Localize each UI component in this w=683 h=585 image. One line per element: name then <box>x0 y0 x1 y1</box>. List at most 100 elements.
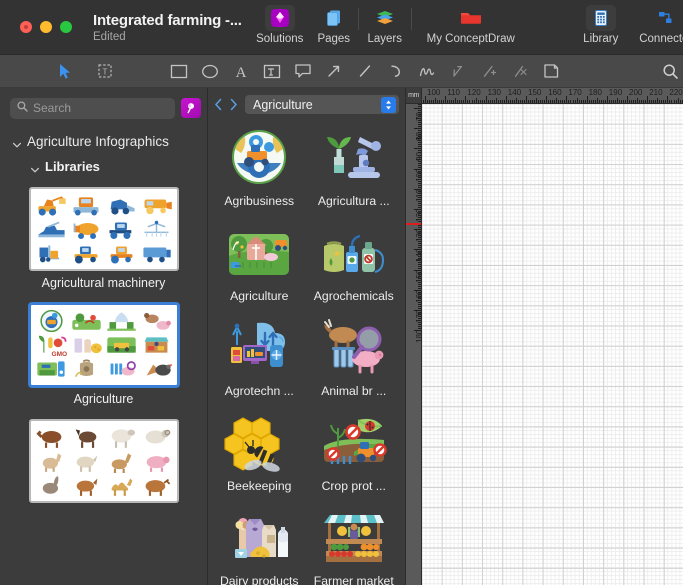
ellipse-tool-icon[interactable] <box>197 59 223 83</box>
thumb-art-irrigation-spray <box>104 309 139 333</box>
shape-item-agrochemicals[interactable]: Agrochemicals <box>307 218 402 313</box>
thumb-art-horse <box>69 425 104 449</box>
library-category-select[interactable]: Agriculture <box>245 95 399 114</box>
document-title-block: Integrated farming -... Edited <box>93 12 242 43</box>
toolbar-label-library: Library <box>583 32 619 45</box>
thumb-art-rabbit <box>34 473 69 497</box>
sidebar-subgroup-label: Libraries <box>45 159 100 174</box>
library-category-value: Agriculture <box>253 97 313 112</box>
page-tool-icon[interactable] <box>538 59 564 83</box>
ruler-tick-label: 120 <box>467 88 481 97</box>
shape-label: Agricultura ... <box>317 194 390 208</box>
agrochemicals-art <box>318 222 390 286</box>
pages-icon <box>319 5 349 31</box>
library-thumbnail <box>28 419 179 503</box>
thumb-art-camel <box>104 473 139 497</box>
ruler-tick-label: 210 <box>649 88 663 97</box>
drawing-toolbar: T A <box>0 55 683 88</box>
next-library-button[interactable] <box>227 95 240 115</box>
shape-item-animal-breeding[interactable]: Animal br ... <box>307 313 402 408</box>
thumb-art-livestock <box>139 309 174 333</box>
text-tool-icon[interactable]: A <box>228 59 254 83</box>
shape-label: Agrochemicals <box>313 289 394 303</box>
ruler-tick-label: 190 <box>608 88 623 97</box>
toolbar-label-solutions: Solutions <box>256 32 304 45</box>
zoom-button[interactable] <box>60 21 72 33</box>
shape-grid: Agribusiness Agricultura ... Agriculture… <box>208 117 405 585</box>
sidebar-group-label: Agriculture Infographics <box>27 134 169 149</box>
freehand-tool-icon[interactable] <box>414 59 440 83</box>
shape-label: Animal br ... <box>321 384 387 398</box>
shape-item-agriculture[interactable]: Agriculture <box>212 218 307 313</box>
thumb-art-alpaca <box>34 449 69 473</box>
toolbar-button-connector[interactable]: Connector <box>639 0 683 45</box>
shape-label: Farmer market <box>313 574 394 585</box>
textbox-tool-icon[interactable] <box>259 59 285 83</box>
marquee-select-tool-icon[interactable]: T <box>92 59 118 83</box>
toolbar-label-my-conceptdraw: My ConceptDraw <box>426 32 515 45</box>
library-item-agriculture[interactable]: GMO Agriculture <box>28 303 179 406</box>
add-point-tool-icon[interactable] <box>476 59 502 83</box>
toolbar-button-pages[interactable]: Pages <box>310 0 358 45</box>
thumb-art-mower <box>34 217 69 241</box>
toolbar-button-my-conceptdraw[interactable]: My ConceptDraw <box>412 0 530 45</box>
thumb-art-goat <box>69 449 104 473</box>
prev-library-button[interactable] <box>212 95 225 115</box>
line-tool-icon[interactable] <box>352 59 378 83</box>
sidebar-group-libraries[interactable]: Libraries <box>30 159 207 174</box>
toolbar-button-solutions[interactable]: Solutions <box>250 0 310 45</box>
ruler-tick-label: 160 <box>548 88 562 97</box>
close-button[interactable] <box>20 21 32 33</box>
ruler-tick-label: 170 <box>568 88 582 97</box>
minimize-button[interactable] <box>40 21 52 33</box>
toolbar-label-connector: Connector <box>639 32 683 45</box>
toolbar-button-layers[interactable]: Layers <box>359 0 411 45</box>
bezier-tool-icon[interactable] <box>445 59 471 83</box>
shape-item-farmer-market[interactable]: Farmer market <box>307 503 402 585</box>
thumb-art-tractor-yellow <box>104 241 139 265</box>
toolbar-label-pages: Pages <box>317 32 351 45</box>
thumb-art-dairy <box>69 333 104 357</box>
callout-tool-icon[interactable] <box>290 59 316 83</box>
ruler-tick-label: 180 <box>588 88 602 97</box>
arrow-tool-icon[interactable] <box>321 59 347 83</box>
conceptdraw-window: Integrated farming -... Edited Solutions <box>0 0 683 585</box>
toolbar-button-library[interactable]: Library <box>576 0 626 45</box>
shape-item-agrotechnology[interactable]: Agrotechn ... <box>212 313 307 408</box>
drawing-canvas[interactable] <box>422 104 683 585</box>
svg-text:T: T <box>103 68 108 77</box>
shape-item-crop-protection[interactable]: Crop prot ... <box>307 408 402 503</box>
shape-item-dairy-products[interactable]: Dairy products <box>212 503 307 585</box>
arc-tool-icon[interactable] <box>383 59 409 83</box>
ruler-tick-label: 110 <box>447 88 460 97</box>
search-input[interactable] <box>33 101 168 115</box>
cut-path-tool-icon[interactable] <box>507 59 533 83</box>
thumb-art-agriculture-field <box>69 309 104 333</box>
document-status: Edited <box>93 30 126 43</box>
pointer-tool-icon[interactable] <box>52 59 78 83</box>
thumb-art-tanker <box>69 217 104 241</box>
stepper-icon[interactable] <box>381 96 396 113</box>
zoom-tool-icon[interactable] <box>657 59 683 83</box>
thumb-art-truck <box>139 241 174 265</box>
sidebar-group-agriculture-infographics[interactable]: Agriculture Infographics <box>12 134 207 149</box>
rectangle-tool-icon[interactable] <box>166 59 192 83</box>
thumb-art-ram <box>139 425 174 449</box>
horizontal-ruler[interactable]: 1001101201301401501601701801902002102202… <box>422 88 683 104</box>
vertical-ruler[interactable]: 708090100110120130140150160170180 <box>406 104 422 585</box>
ruler-unit-corner[interactable]: mm <box>406 88 422 104</box>
connector-icon <box>651 5 681 31</box>
ruler-tick-label: 180 <box>415 329 422 344</box>
solution-browser-icon[interactable] <box>181 98 201 118</box>
farmer-market-art <box>318 507 390 571</box>
shape-label: Beekeeping <box>227 479 292 493</box>
shape-item-agribusiness[interactable]: Agribusiness <box>212 123 307 218</box>
shape-item-beekeeping[interactable]: Beekeeping <box>212 408 307 503</box>
library-item-agricultural-machinery[interactable]: Agricultural machinery <box>28 187 179 290</box>
ruler-tick-label: 220 <box>669 88 683 97</box>
library-thumbnail: GMO <box>28 303 179 387</box>
library-item-animals[interactable] <box>28 419 179 509</box>
shape-item-agricultural-science[interactable]: Agricultura ... <box>307 123 402 218</box>
thumb-art-harvester <box>139 193 174 217</box>
search-field-wrap[interactable] <box>10 97 175 119</box>
